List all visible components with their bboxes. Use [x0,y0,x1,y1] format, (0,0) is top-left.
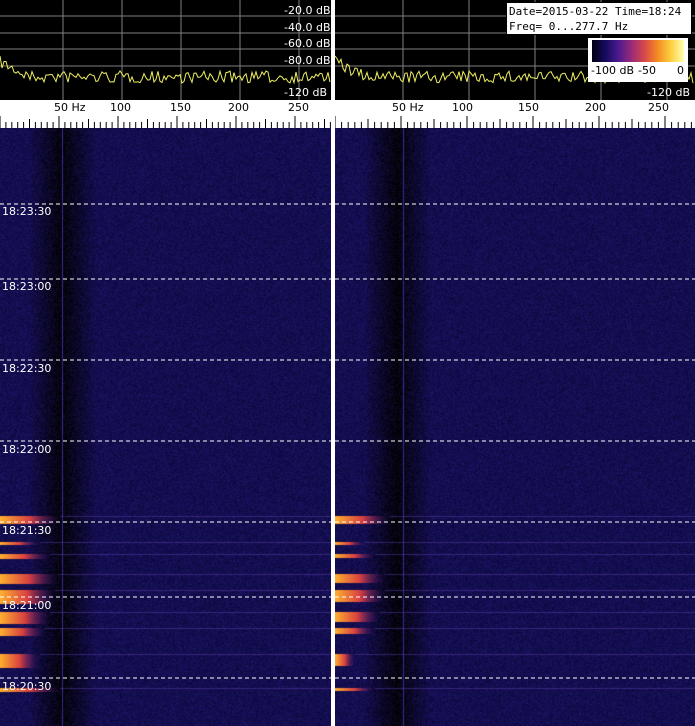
color-scale-legend: -100 dB -50 0 [588,38,688,82]
time-label-182230: 18:22:30 [2,362,52,375]
frequency-axis-left: 50 Hz 100 150 200 250 [0,100,331,128]
freq-label-150: 150 [170,101,191,114]
color-scale-gradient [592,40,684,62]
time-label-182100: 18:21:00 [2,599,52,612]
time-label-182030: 18:20:30 [2,680,52,693]
spectrum-plot-left: -20.0 dB -40.0 dB -60.0 dB -80.0 dB -120… [0,0,331,100]
channel-right-panel: -120 dB 50 Hz 100 150 200 250 [335,0,695,726]
frequency-axis-right: 50 Hz 100 150 200 250 [335,100,695,128]
waterfall-gridlines-right [335,203,695,679]
db-label-40: -40.0 dB [284,21,331,34]
channel-left-panel: -20.0 dB -40.0 dB -60.0 dB -80.0 dB -120… [0,0,331,726]
time-label-182330: 18:23:30 [2,205,52,218]
waterfall-right[interactable] [335,128,695,726]
db-label-60: -60.0 dB [284,37,331,50]
time-label-182200: 18:22:00 [2,443,52,456]
freq-label-100: 100 [110,101,131,114]
color-scale-max: 0 [677,64,684,77]
db-label-120-right: -120 dB [647,86,690,99]
freq-label-250: 250 [288,101,309,114]
color-scale-mid: -50 [638,64,656,77]
frequency-range-readout: Freq= 0...277.7 Hz [509,20,629,33]
info-box: Date=2015-03-22 Time=18:24 Freq= 0...277… [506,2,692,35]
freq-label-50: 50 Hz [54,101,86,114]
color-scale-min: -100 dB [591,64,634,77]
waterfall-left[interactable]: 18:23:30 18:23:00 18:22:30 18:22:00 18:2… [0,128,331,726]
freq-label-50-right: 50 Hz [392,101,424,114]
time-label-182130: 18:21:30 [2,524,52,537]
freq-label-250-right: 250 [648,101,669,114]
time-label-182300: 18:23:00 [2,280,52,293]
spectrum-trace-left [0,0,331,100]
freq-label-200: 200 [228,101,249,114]
freq-label-100-right: 100 [452,101,473,114]
db-label-20: -20.0 dB [284,4,331,17]
freq-label-200-right: 200 [585,101,606,114]
date-time-readout: Date=2015-03-22 Time=18:24 [509,5,682,18]
freq-label-150-right: 150 [518,101,539,114]
db-label-120: -120 dB [284,86,327,99]
db-label-80: -80.0 dB [284,54,331,67]
